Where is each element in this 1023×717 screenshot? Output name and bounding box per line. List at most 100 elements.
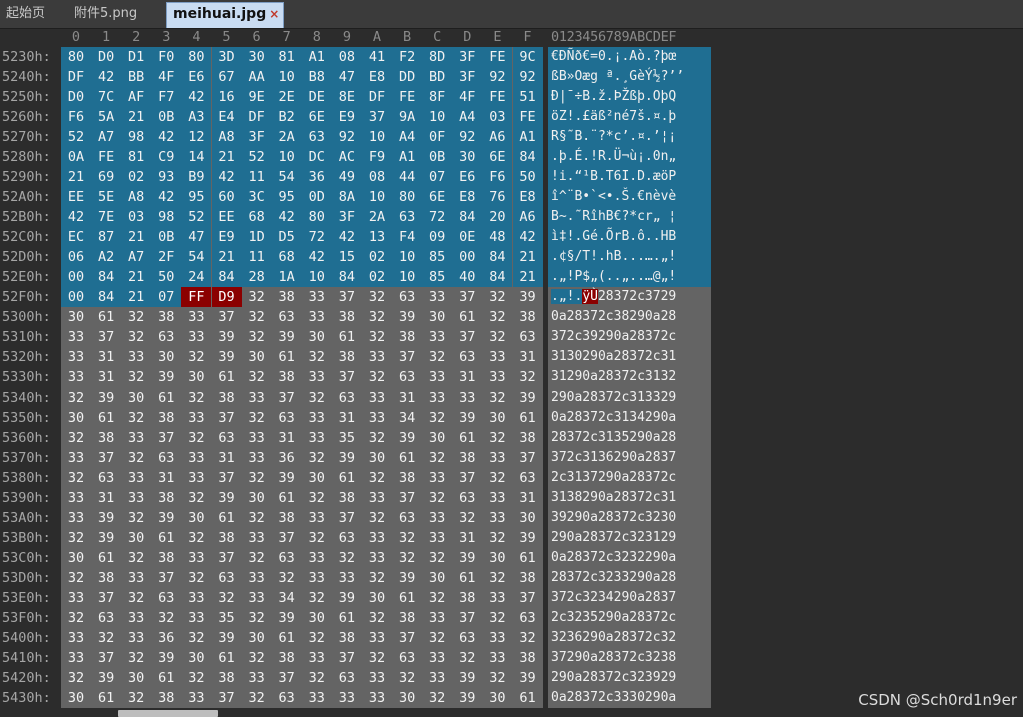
ascii-row[interactable]: .þ.É.!R.Ü¬ù¡.0n„	[548, 147, 711, 168]
hex-byte[interactable]: F9	[362, 147, 392, 168]
hex-byte[interactable]: 61	[272, 628, 302, 648]
hex-byte[interactable]: 12	[181, 127, 212, 148]
hex-byte[interactable]: 32	[121, 408, 151, 428]
hex-byte[interactable]: 21	[121, 267, 152, 288]
hex-byte[interactable]: 32	[91, 628, 121, 648]
hex-byte[interactable]: 63	[91, 468, 121, 488]
hex-byte[interactable]: 33	[181, 327, 211, 347]
hex-byte[interactable]: 61	[212, 508, 242, 528]
hex-byte[interactable]: 32	[121, 327, 151, 347]
hex-byte[interactable]: 32	[482, 568, 512, 588]
hex-byte[interactable]: 38	[151, 548, 181, 568]
ascii-row[interactable]: 2c3137290a28372c	[548, 468, 711, 488]
hex-byte[interactable]: 32	[302, 388, 332, 408]
hex-byte[interactable]: 33	[422, 327, 452, 347]
hex-byte[interactable]: A4	[452, 107, 483, 128]
hex-byte[interactable]: 2A	[271, 127, 302, 148]
hex-byte[interactable]: 10	[301, 267, 332, 288]
hex-byte[interactable]: D0	[91, 47, 122, 67]
hex-byte[interactable]: 33	[482, 448, 512, 468]
hex-byte[interactable]: 38	[513, 428, 543, 448]
hex-byte[interactable]: 33	[302, 287, 332, 307]
hex-byte[interactable]: 60	[211, 187, 242, 208]
hex-byte[interactable]: 31	[212, 448, 242, 468]
hex-byte[interactable]: 39	[332, 588, 362, 608]
hex-byte[interactable]: 33	[422, 528, 452, 548]
hex-byte[interactable]: EE	[211, 207, 242, 228]
ascii-row[interactable]: 290a28372c323929	[548, 668, 711, 688]
hex-byte[interactable]: 63	[392, 508, 422, 528]
hex-byte[interactable]: 32	[452, 648, 482, 668]
hex-byte[interactable]: 37	[332, 287, 362, 307]
hex-byte[interactable]: 63	[301, 127, 332, 148]
hex-byte[interactable]: 36	[151, 628, 181, 648]
hex-byte[interactable]: 33	[121, 608, 151, 628]
hex-byte[interactable]: 38	[452, 588, 482, 608]
hex-byte[interactable]: 33	[242, 428, 272, 448]
ascii-row[interactable]: 37290a28372c3238	[548, 648, 711, 668]
hex-byte[interactable]: 30	[302, 468, 332, 488]
hex-byte[interactable]: 21	[121, 227, 152, 248]
ascii-row[interactable]: 372c3234290a2837	[548, 588, 711, 608]
hex-byte[interactable]: 32	[513, 628, 543, 648]
hex-byte[interactable]: 80	[181, 47, 212, 67]
hex-byte[interactable]: 54	[271, 167, 302, 188]
hex-byte[interactable]: 37	[452, 327, 482, 347]
hex-byte[interactable]: 32	[482, 668, 512, 688]
hex-byte[interactable]: 30	[242, 628, 272, 648]
hex-byte[interactable]: 38	[212, 528, 242, 548]
hex-byte[interactable]: 84	[512, 147, 543, 168]
hex-byte[interactable]: BD	[422, 67, 453, 88]
hex-byte[interactable]: 32	[392, 668, 422, 688]
ascii-row[interactable]: 2c3235290a28372c	[548, 608, 711, 628]
hex-byte[interactable]: 33	[181, 468, 211, 488]
ascii-row[interactable]: R§˜B.¨?*c’.¤.’¦¡	[548, 127, 711, 148]
hex-byte[interactable]: 32	[121, 508, 151, 528]
hex-byte[interactable]: A7	[121, 247, 152, 268]
hex-byte[interactable]: 2F	[151, 247, 182, 268]
hex-byte[interactable]: A4	[392, 127, 423, 148]
hex-byte[interactable]: 35	[332, 428, 362, 448]
hex-byte[interactable]: 39	[151, 508, 181, 528]
hex-byte[interactable]: EE	[61, 187, 91, 208]
ascii-row[interactable]: Ð|¯÷B.ž.ÞŽßþ.OþQ	[548, 87, 711, 108]
hex-byte[interactable]: 8A	[331, 187, 362, 208]
hex-byte[interactable]: F0	[151, 47, 182, 67]
hex-byte[interactable]: F6	[61, 107, 91, 128]
hex-byte[interactable]: 39	[513, 388, 543, 408]
hex-byte[interactable]: 32	[121, 448, 151, 468]
hex-byte[interactable]: 39	[151, 367, 181, 387]
ascii-row[interactable]: 3138290a28372c31	[548, 488, 711, 508]
hex-byte[interactable]: 30	[242, 488, 272, 508]
hex-byte[interactable]: 32	[482, 528, 512, 548]
hex-byte[interactable]: 84	[452, 207, 483, 228]
hex-byte[interactable]: 21	[512, 247, 543, 268]
hex-byte[interactable]: 02	[362, 267, 392, 288]
hex-byte[interactable]: 32	[61, 668, 91, 688]
hex-byte[interactable]: 38	[513, 648, 543, 668]
hex-byte[interactable]: 33	[482, 488, 512, 508]
hex-byte[interactable]: 10	[271, 147, 302, 168]
hex-byte[interactable]: 6E	[482, 147, 513, 168]
hex-byte[interactable]: 37	[452, 608, 482, 628]
hex-byte[interactable]: 37	[91, 648, 121, 668]
hex-byte[interactable]: 33	[181, 307, 211, 327]
hex-byte[interactable]: 08	[331, 47, 362, 67]
hex-byte[interactable]: 31	[91, 347, 121, 367]
hex-byte[interactable]: 30	[241, 47, 272, 67]
hex-byte[interactable]: 32	[332, 548, 362, 568]
hex-byte[interactable]: 76	[482, 187, 513, 208]
hex-byte[interactable]: 33	[121, 468, 151, 488]
hex-byte[interactable]: 38	[332, 347, 362, 367]
hex-byte[interactable]: 31	[452, 528, 482, 548]
hex-byte[interactable]: 32	[362, 648, 392, 668]
hex-byte[interactable]: AC	[331, 147, 362, 168]
hex-byte[interactable]: 63	[272, 688, 302, 708]
hex-byte[interactable]: 38	[151, 307, 181, 327]
hex-byte[interactable]: 32	[121, 588, 151, 608]
hex-byte[interactable]: E9	[331, 107, 362, 128]
close-icon[interactable]: ×	[269, 7, 279, 21]
hex-byte[interactable]: 0B	[151, 227, 182, 248]
hex-byte[interactable]: 33	[362, 628, 392, 648]
hex-byte[interactable]: 33	[181, 448, 211, 468]
